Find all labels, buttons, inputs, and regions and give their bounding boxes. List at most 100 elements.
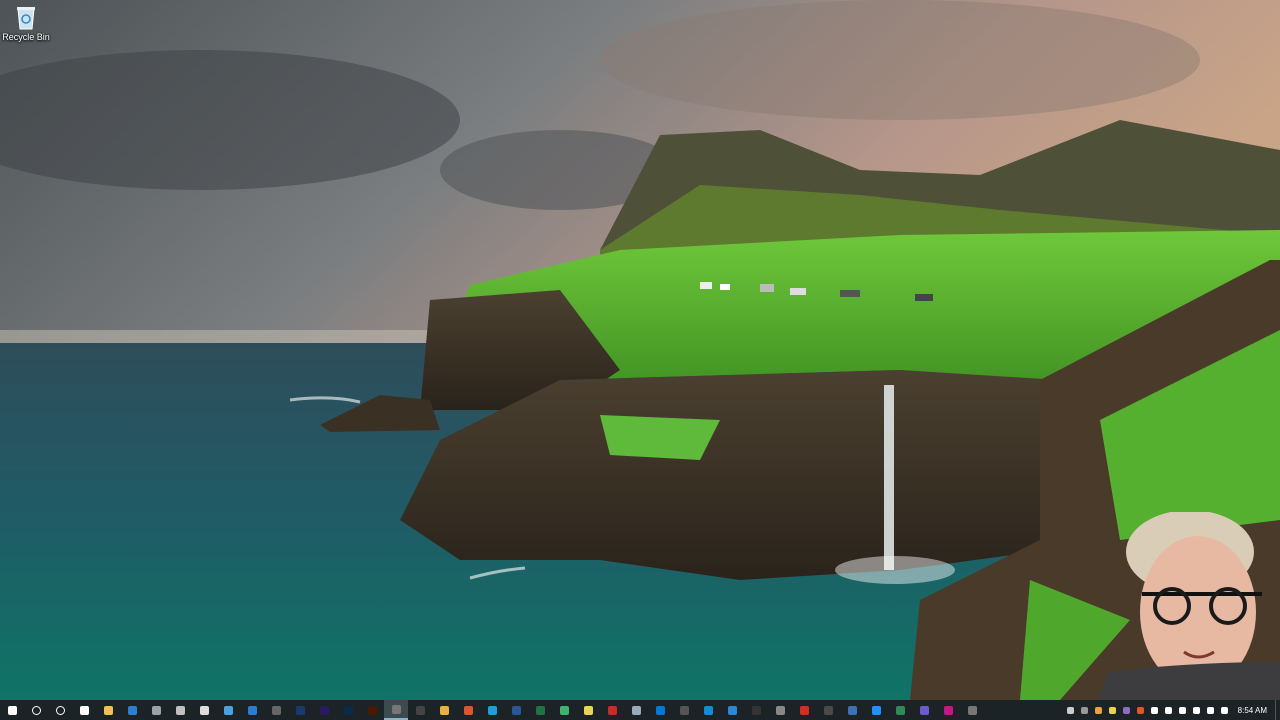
taskbar-button-photoshop[interactable] xyxy=(336,700,360,720)
taskbar-button-store[interactable] xyxy=(120,700,144,720)
taskbar-button-app-icon-27[interactable] xyxy=(960,700,984,720)
taskbar-button-app-icon-15[interactable] xyxy=(672,700,696,720)
app-icon-7 xyxy=(295,705,305,715)
tray-button-network[interactable] xyxy=(1190,700,1204,720)
file-explorer-icon xyxy=(103,705,113,715)
show-desktop-button[interactable] xyxy=(1275,700,1280,720)
taskbar-button-app-icon-4[interactable] xyxy=(216,700,240,720)
taskbar-button-app-icon-8[interactable] xyxy=(384,700,408,720)
taskbar-button-app-icon-12[interactable] xyxy=(600,700,624,720)
taskbar-button-premiere-pro[interactable] xyxy=(312,700,336,720)
tray-button-tray-app-6[interactable] xyxy=(1134,700,1148,720)
app-icon-21 xyxy=(823,705,833,715)
tray-icons xyxy=(1064,700,1232,720)
taskbar-button-app-icon-1[interactable] xyxy=(144,700,168,720)
webcam-overlay xyxy=(1098,512,1280,700)
store-icon xyxy=(127,705,137,715)
windows-start-icon xyxy=(7,705,17,715)
obs-icon xyxy=(415,705,425,715)
app-icon-16 xyxy=(703,705,713,715)
taskbar-button-app-icon-13[interactable] xyxy=(624,700,648,720)
taskbar-button-windows-start[interactable] xyxy=(0,700,24,720)
taskbar-button-app-icon-23[interactable] xyxy=(864,700,888,720)
app-icon-15 xyxy=(679,705,689,715)
taskbar-button-app-icon-14[interactable] xyxy=(648,700,672,720)
volume-icon xyxy=(1207,706,1215,714)
taskbar-button-search[interactable] xyxy=(24,700,48,720)
chrome-icon xyxy=(439,705,449,715)
tray-app-5 xyxy=(1123,706,1131,714)
taskbar-button-app-icon-7[interactable] xyxy=(288,700,312,720)
taskbar-button-app-icon-16[interactable] xyxy=(696,700,720,720)
taskbar-button-brave[interactable] xyxy=(456,700,480,720)
brave-icon xyxy=(463,705,473,715)
taskbar-button-cortana[interactable] xyxy=(48,700,72,720)
taskbar-button-app-icon-10[interactable] xyxy=(552,700,576,720)
taskbar-button-illustrator[interactable] xyxy=(360,700,384,720)
taskbar: 8:54 AM xyxy=(0,700,1280,720)
taskbar-button-file-explorer[interactable] xyxy=(96,700,120,720)
tray-button-display[interactable] xyxy=(1218,700,1232,720)
taskbar-button-task-view[interactable] xyxy=(72,700,96,720)
taskbar-button-app-icon-5[interactable] xyxy=(240,700,264,720)
tray-button-tray-app-3[interactable] xyxy=(1092,700,1106,720)
taskbar-button-app-icon-26[interactable] xyxy=(936,700,960,720)
taskbar-button-app-icon-2[interactable] xyxy=(168,700,192,720)
app-icon-19 xyxy=(775,705,785,715)
tray-app-2 xyxy=(1081,706,1089,714)
cloud-icon xyxy=(1165,706,1173,714)
network-icon xyxy=(1193,706,1201,714)
taskbar-button-app-icon-19[interactable] xyxy=(768,700,792,720)
task-view-icon xyxy=(79,705,89,715)
taskbar-button-app-icon-17[interactable] xyxy=(720,700,744,720)
taskbar-button-app-icon-21[interactable] xyxy=(816,700,840,720)
tray-button-tray-app-5[interactable] xyxy=(1120,700,1134,720)
app-icon-10 xyxy=(559,705,569,715)
tray-button-show-hidden-icons[interactable] xyxy=(1148,700,1162,720)
taskbar-button-obs[interactable] xyxy=(408,700,432,720)
tray-button-cloud[interactable] xyxy=(1162,700,1176,720)
taskbar-button-app-icon-6[interactable] xyxy=(264,700,288,720)
app-icon-27 xyxy=(967,705,977,715)
tray-app-4 xyxy=(1109,706,1117,714)
app-icon-23 xyxy=(871,705,881,715)
cortana-icon xyxy=(55,705,65,715)
tray-button-microphone[interactable] xyxy=(1176,700,1190,720)
microphone-icon xyxy=(1179,706,1187,714)
taskbar-pinned-apps xyxy=(0,700,984,720)
wallpaper xyxy=(0,0,1280,700)
recycle-bin-icon xyxy=(17,7,35,30)
tray-button-tray-app-2[interactable] xyxy=(1078,700,1092,720)
app-icon-3 xyxy=(199,705,209,715)
tray-button-tray-app-4[interactable] xyxy=(1106,700,1120,720)
taskbar-button-app-icon-20[interactable] xyxy=(792,700,816,720)
taskbar-button-app-icon-22[interactable] xyxy=(840,700,864,720)
search-icon xyxy=(31,705,41,715)
desktop-icon-recycle-bin[interactable]: Recycle Bin xyxy=(2,4,50,54)
taskbar-button-app-icon-25[interactable] xyxy=(912,700,936,720)
show-hidden-icons-icon xyxy=(1151,706,1159,714)
taskbar-button-app-icon-3[interactable] xyxy=(192,700,216,720)
app-icon-12 xyxy=(607,705,617,715)
taskbar-button-app-icon-18[interactable] xyxy=(744,700,768,720)
premiere-pro-icon xyxy=(319,705,329,715)
taskbar-button-app-icon-9[interactable] xyxy=(480,700,504,720)
taskbar-button-word[interactable] xyxy=(504,700,528,720)
taskbar-button-app-icon-24[interactable] xyxy=(888,700,912,720)
word-icon xyxy=(511,705,521,715)
app-icon-24 xyxy=(895,705,905,715)
tray-button-tray-app-1[interactable] xyxy=(1064,700,1078,720)
taskbar-button-app-icon-11[interactable] xyxy=(576,700,600,720)
app-icon-5 xyxy=(247,705,257,715)
tray-app-6 xyxy=(1137,706,1145,714)
app-icon-11 xyxy=(583,705,593,715)
app-icon-18 xyxy=(751,705,761,715)
taskbar-clock[interactable]: 8:54 AM xyxy=(1232,706,1275,715)
app-icon-4 xyxy=(223,705,233,715)
display-icon xyxy=(1221,706,1229,714)
taskbar-button-chrome[interactable] xyxy=(432,700,456,720)
app-icon-13 xyxy=(631,705,641,715)
desktop[interactable]: Recycle Bin xyxy=(0,0,1280,700)
taskbar-button-excel[interactable] xyxy=(528,700,552,720)
tray-button-volume[interactable] xyxy=(1204,700,1218,720)
